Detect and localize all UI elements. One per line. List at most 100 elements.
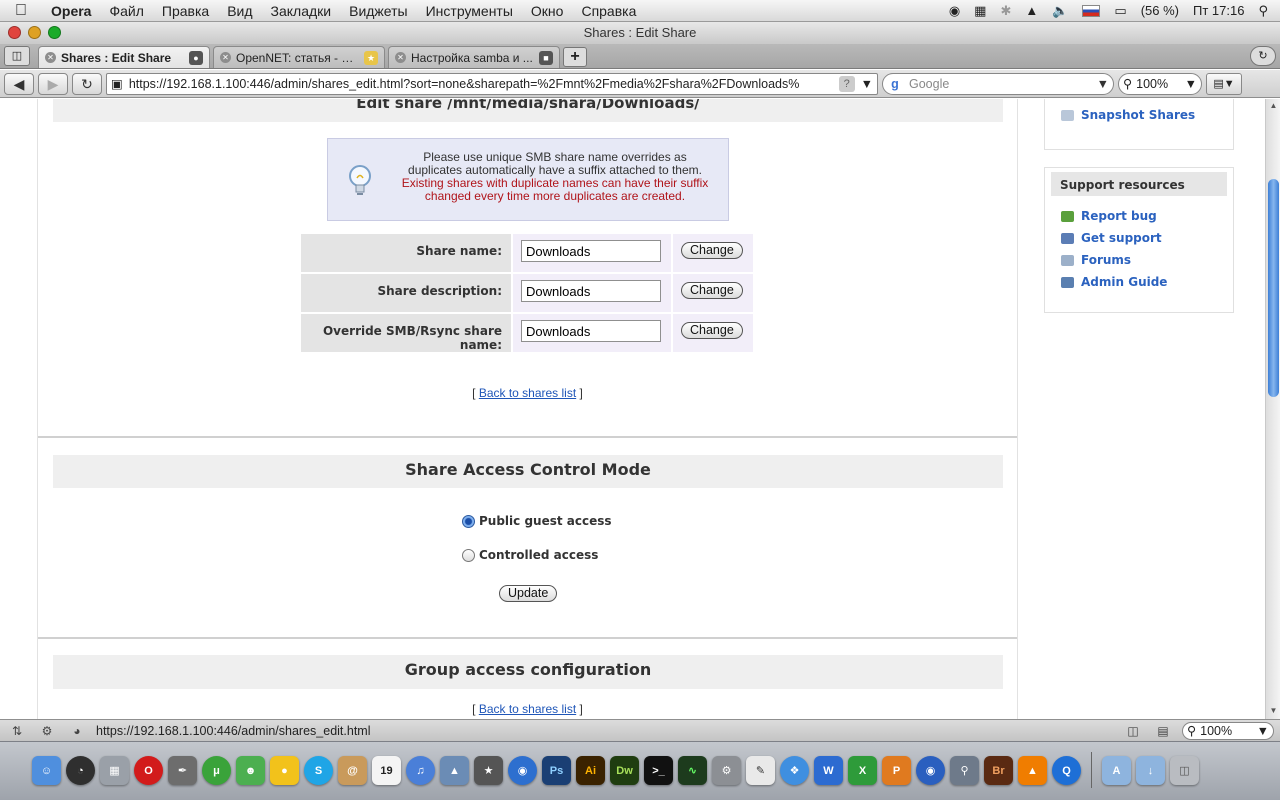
zoom-dropdown-icon[interactable]: ▼ <box>1185 77 1197 91</box>
menu-view[interactable]: Вид <box>218 3 261 19</box>
search-dropdown-icon[interactable]: ▼ <box>1097 77 1109 91</box>
menu-window[interactable]: Окно <box>522 3 573 19</box>
closed-tabs-trash-icon[interactable]: ↻ <box>1250 46 1276 66</box>
address-dropdown-icon[interactable]: ▼ <box>861 77 873 91</box>
close-window-icon[interactable] <box>8 26 21 39</box>
controlled-access-option[interactable]: Controlled access <box>462 548 598 562</box>
turbo-icon[interactable]: ◕ <box>66 724 88 738</box>
activity-monitor-icon[interactable]: ∿ <box>678 756 707 785</box>
zoom-dropdown-icon[interactable]: ▼ <box>1257 724 1269 738</box>
bridge-icon[interactable]: Br <box>984 756 1013 785</box>
finder-icon[interactable]: ☺ <box>32 756 61 785</box>
calculator-icon[interactable]: ▦ <box>100 756 129 785</box>
view-icon[interactable]: ▤ <box>1152 724 1174 738</box>
controlled-access-radio[interactable] <box>462 548 475 562</box>
powerpoint-icon[interactable]: P <box>882 756 911 785</box>
status-zoom-control[interactable]: ⚲ 100% ▼ <box>1182 721 1274 740</box>
forums-label[interactable]: Forums <box>1081 253 1131 267</box>
dvd-icon[interactable]: ◉ <box>508 756 537 785</box>
word-icon[interactable]: W <box>814 756 843 785</box>
change-share-name-button[interactable]: Change <box>681 242 743 259</box>
apple-icon[interactable]:  <box>0 2 42 20</box>
spotlight-icon[interactable]: ⚲ <box>1258 3 1268 19</box>
zoom-window-icon[interactable] <box>48 26 61 39</box>
sidebar-link-snapshot-shares[interactable]: Snapshot Shares <box>1045 104 1233 126</box>
menu-widgets[interactable]: Виджеты <box>340 3 417 19</box>
webcam-icon[interactable]: ◉ <box>949 3 960 19</box>
spaces-icon[interactable]: ▦ <box>974 3 986 19</box>
bluetooth-icon[interactable]: ✱ <box>1000 3 1011 19</box>
adium-icon[interactable]: ☻ <box>236 756 265 785</box>
security-question-icon[interactable]: ? <box>838 75 855 92</box>
back-button[interactable]: ◀ <box>4 72 34 95</box>
textedit-icon[interactable]: ✎ <box>746 756 775 785</box>
get-support-label[interactable]: Get support <box>1081 231 1162 245</box>
sidebar-link-admin-guide[interactable]: Admin Guide <box>1045 271 1233 293</box>
public-access-radio[interactable] <box>462 514 475 528</box>
panel-toggle-button[interactable]: ◫ <box>4 46 30 66</box>
controlled-access-label[interactable]: Controlled access <box>479 548 598 562</box>
transfer-icon[interactable]: ⇅ <box>6 724 28 738</box>
share-name-input[interactable] <box>521 240 661 262</box>
address-bar[interactable]: ▣ https://192.168.1.100:446/admin/shares… <box>106 72 878 95</box>
new-tab-button[interactable]: + <box>563 47 587 67</box>
back-to-shares-link[interactable]: Back to shares list <box>479 386 576 400</box>
back-to-shares-link[interactable]: Back to shares list <box>479 702 576 716</box>
change-share-description-button[interactable]: Change <box>681 282 743 299</box>
addressbook-icon[interactable]: @ <box>338 756 367 785</box>
ical-icon[interactable]: 19 <box>372 756 401 785</box>
public-access-option[interactable]: Public guest access <box>462 514 612 528</box>
script-icon[interactable]: ✒ <box>168 756 197 785</box>
view-menu-button[interactable]: ▤▼ <box>1206 72 1242 95</box>
quicktime-icon[interactable]: Q <box>1052 756 1081 785</box>
scrollbar-thumb[interactable] <box>1268 179 1279 397</box>
scroll-down-icon[interactable]: ▼ <box>1268 706 1279 717</box>
search-field[interactable]: g Google ▼ <box>882 72 1114 95</box>
panels-icon[interactable]: ◫ <box>1122 724 1144 738</box>
close-tab-icon[interactable]: ✕ <box>220 52 231 63</box>
volume-icon[interactable]: 🔈 <box>1052 3 1068 19</box>
itunes-icon[interactable]: ♫ <box>406 756 435 785</box>
minimize-window-icon[interactable] <box>28 26 41 39</box>
cyberduck-icon[interactable]: ● <box>270 756 299 785</box>
zoom-control[interactable]: ⚲ 100% ▼ <box>1118 72 1202 95</box>
tab-samba[interactable]: ✕ Настройка samba и ... ■ <box>388 46 560 68</box>
menu-file[interactable]: Файл <box>100 3 152 19</box>
excel-icon[interactable]: X <box>848 756 877 785</box>
override-smb-name-input[interactable] <box>521 320 661 342</box>
vlc-icon[interactable]: ▲ <box>1018 756 1047 785</box>
menu-app[interactable]: Opera <box>42 3 100 19</box>
tab-opennet[interactable]: ✕ OpenNET: статья - О... ★ <box>213 46 385 68</box>
close-tab-icon[interactable]: ✕ <box>45 52 56 63</box>
menu-help[interactable]: Справка <box>572 3 645 19</box>
utorrent-icon[interactable]: μ <box>202 756 231 785</box>
google-earth-icon[interactable]: ◉ <box>916 756 945 785</box>
wifi-icon[interactable]: ▲ <box>1025 3 1038 18</box>
trash-icon[interactable]: ◫ <box>1170 756 1199 785</box>
address-input[interactable]: https://192.168.1.100:446/admin/shares_e… <box>129 77 833 91</box>
admin-guide-label[interactable]: Admin Guide <box>1081 275 1167 289</box>
clock[interactable]: Пт 17:16 <box>1193 3 1244 18</box>
page-info-icon[interactable]: ▣ <box>111 76 123 91</box>
share-description-input[interactable] <box>521 280 661 302</box>
forward-button[interactable]: ▶ <box>38 72 68 95</box>
sidebar-link-report-bug[interactable]: Report bug <box>1045 205 1233 227</box>
downloads-icon[interactable]: ↓ <box>1136 756 1165 785</box>
menu-edit[interactable]: Правка <box>153 3 218 19</box>
system-preferences-icon[interactable]: ⚙ <box>712 756 741 785</box>
dashboard-icon[interactable]: ◔ <box>66 756 95 785</box>
preview-icon[interactable]: ⚲ <box>950 756 979 785</box>
report-bug-label[interactable]: Report bug <box>1081 209 1157 223</box>
public-access-label[interactable]: Public guest access <box>479 514 612 528</box>
sidebar-link-forums[interactable]: Forums <box>1045 249 1233 271</box>
applications-icon[interactable]: A <box>1102 756 1131 785</box>
illustrator-icon[interactable]: Ai <box>576 756 605 785</box>
photoshop-icon[interactable]: Ps <box>542 756 571 785</box>
vertical-scrollbar[interactable]: ▲ ▼ <box>1265 99 1280 719</box>
menu-tools[interactable]: Инструменты <box>417 3 522 19</box>
sidebar-link-get-support[interactable]: Get support <box>1045 227 1233 249</box>
update-button[interactable]: Update <box>499 585 558 602</box>
close-tab-icon[interactable]: ✕ <box>395 52 406 63</box>
snapshot-shares-label[interactable]: Snapshot Shares <box>1081 108 1195 122</box>
change-override-smb-name-button[interactable]: Change <box>681 322 743 339</box>
